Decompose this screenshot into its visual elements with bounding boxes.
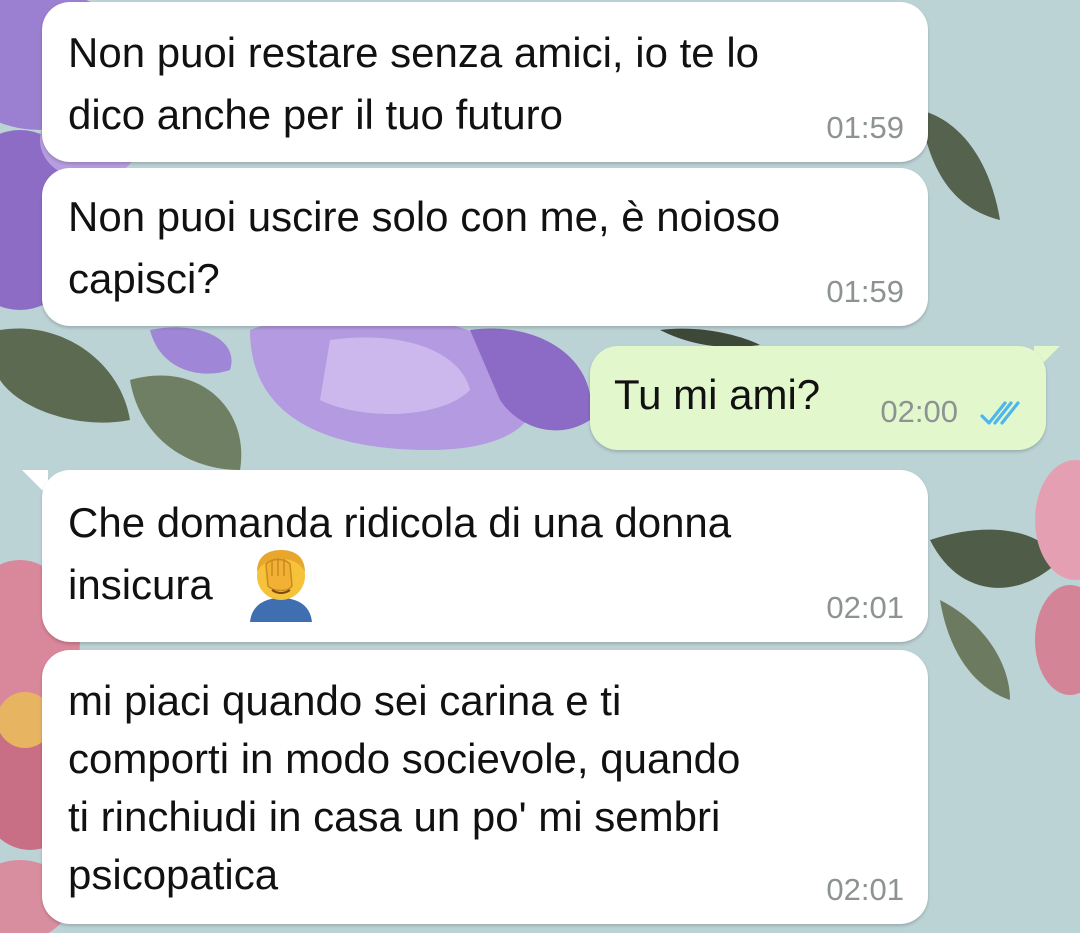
message-bubble-incoming[interactable]: Non puoi restare senza amici, io te lo d…	[42, 2, 928, 162]
message-text: Non puoi restare senza amici, io te lo d…	[68, 29, 760, 138]
message-text: Non puoi uscire solo con me, è noioso ca…	[68, 193, 781, 302]
message-timestamp: 02:00	[880, 394, 958, 429]
message-text: mi piaci quando sei carina e ti comporti…	[68, 677, 741, 898]
message-timestamp: 01:59	[826, 274, 904, 309]
message-text: Tu mi ami?	[614, 371, 821, 418]
double-check-icon	[980, 401, 1020, 425]
message-timestamp: 02:01	[826, 590, 904, 625]
facepalm-emoji	[250, 550, 312, 622]
message-timestamp: 01:59	[826, 110, 904, 145]
message-bubble-outgoing[interactable]: Tu mi ami? 02:00	[590, 346, 1046, 450]
message-timestamp: 02:01	[826, 872, 904, 907]
message-bubble-incoming[interactable]: Non puoi uscire solo con me, è noioso ca…	[42, 168, 928, 326]
message-bubble-incoming[interactable]: Che domanda ridicola di una donna insicu…	[42, 470, 928, 642]
message-bubble-incoming[interactable]: mi piaci quando sei carina e ti comporti…	[42, 650, 928, 924]
message-text: Che domanda ridicola di una donna insicu…	[68, 499, 732, 608]
